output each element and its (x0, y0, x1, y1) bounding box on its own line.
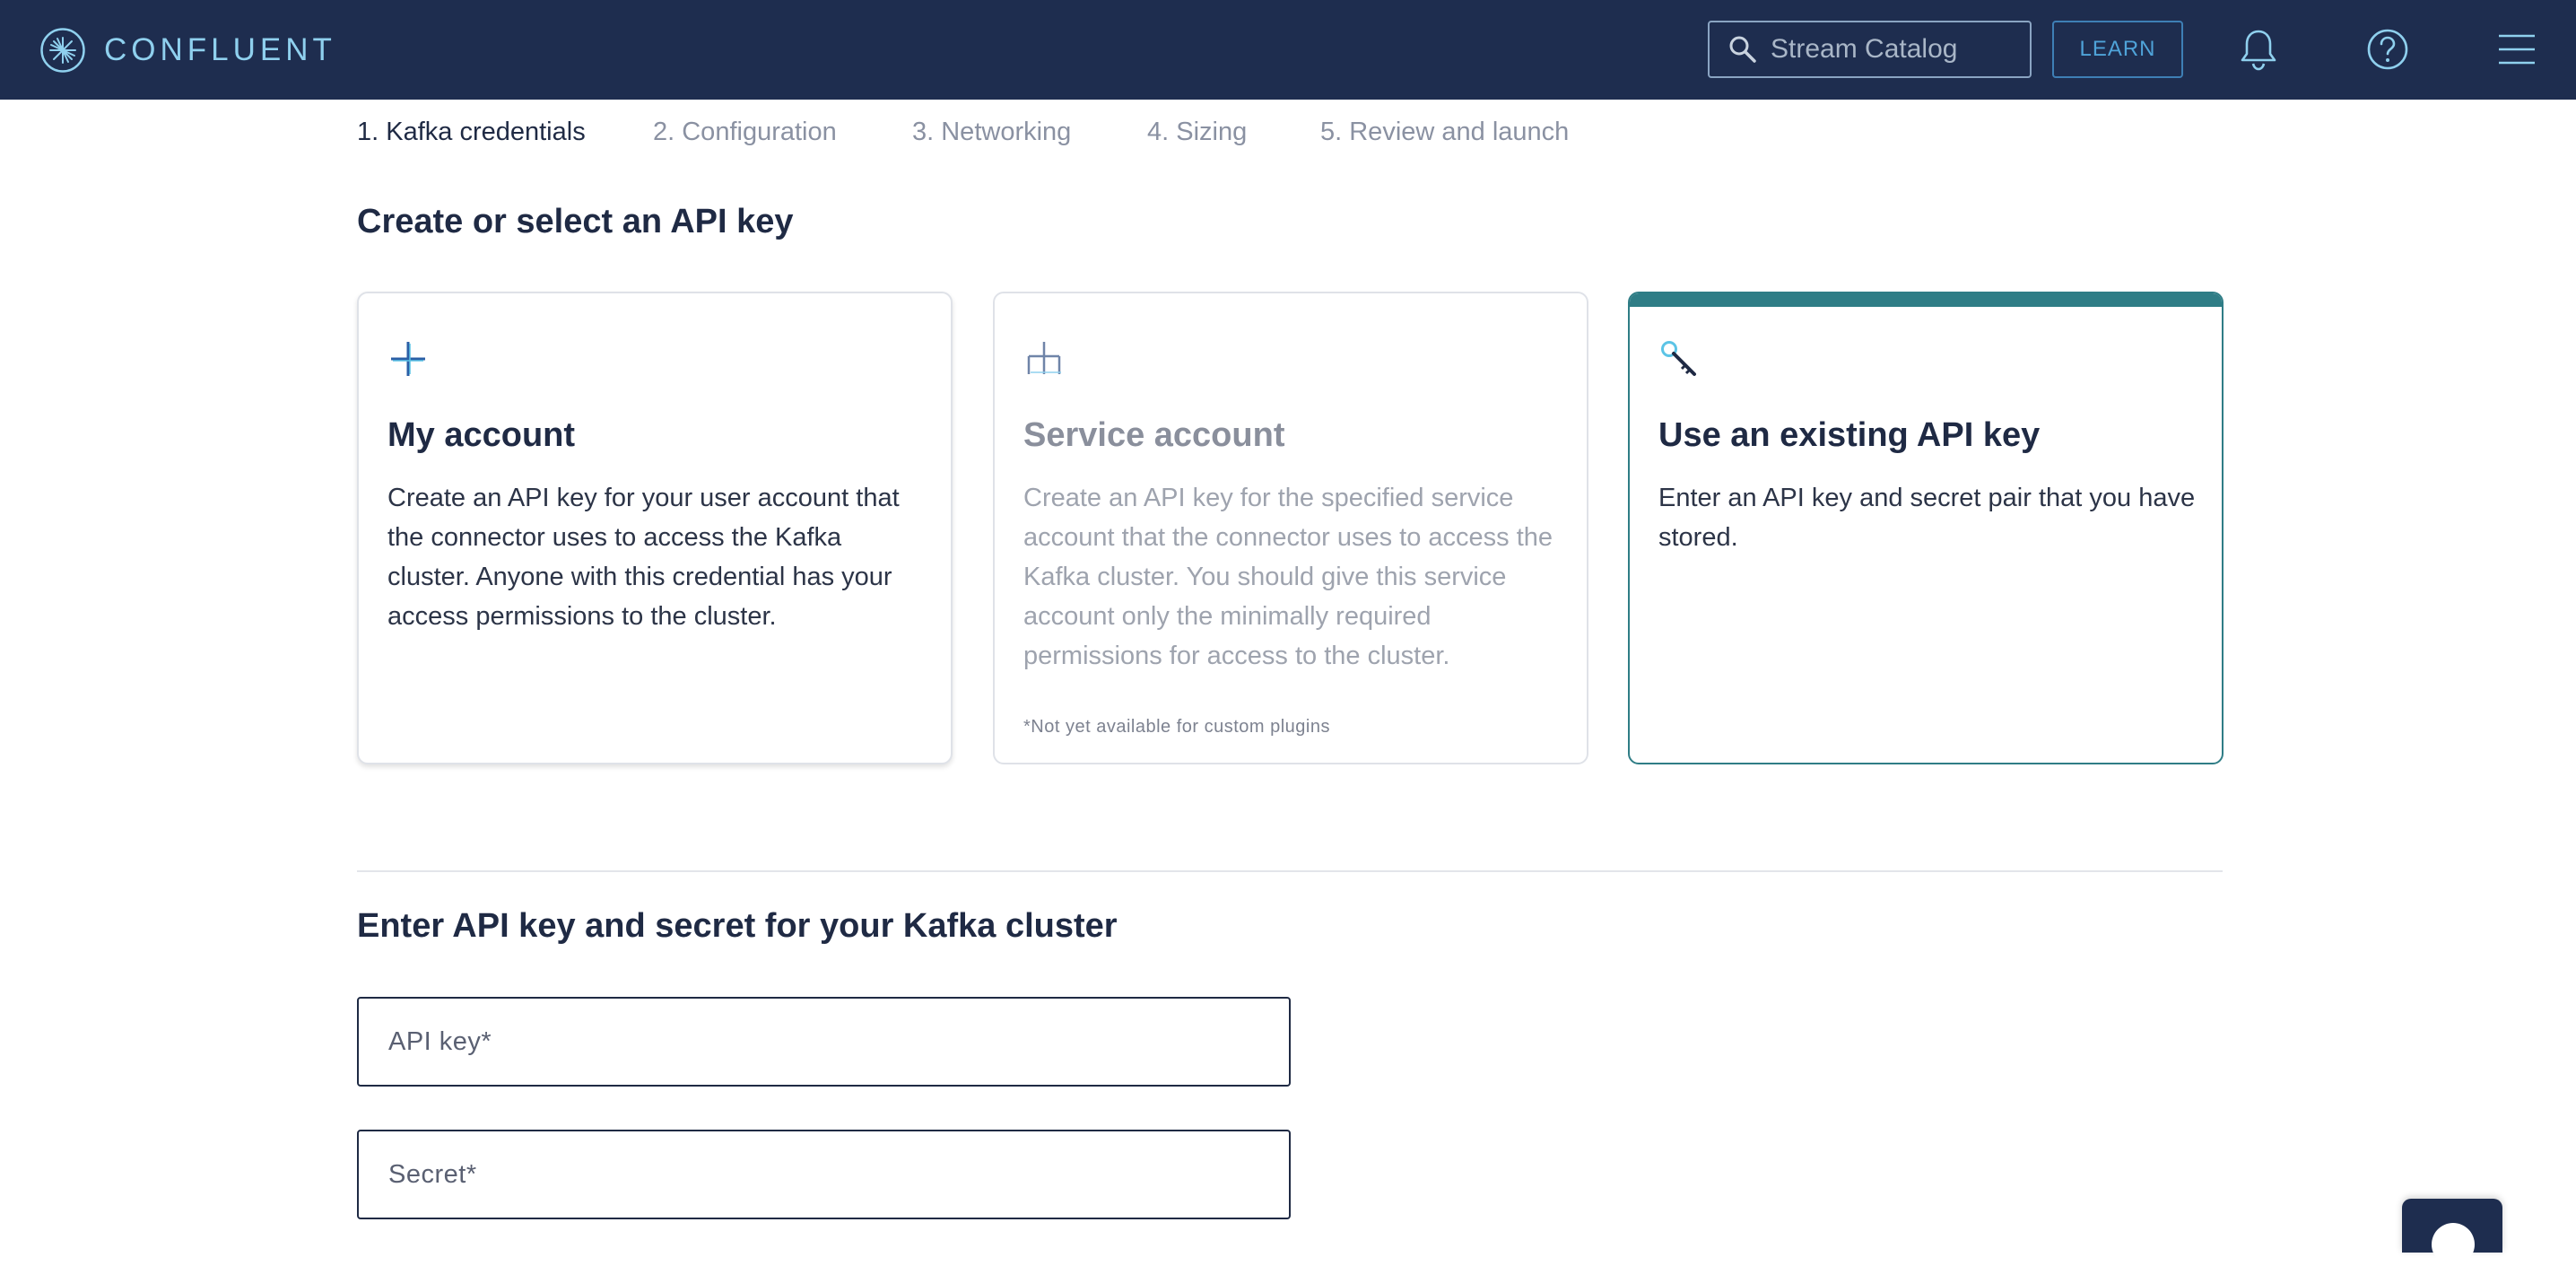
step-sizing[interactable]: 4. Sizing (1147, 118, 1247, 147)
learn-button[interactable]: LEARN (2052, 21, 2183, 78)
card-existing-api-key[interactable]: Use an existing API key Enter an API key… (1628, 292, 2224, 764)
key-icon (1658, 338, 1700, 380)
api-key-section-title: Create or select an API key (357, 203, 794, 240)
card-title: Use an existing API key (1658, 416, 2041, 454)
chat-support-button[interactable] (2402, 1199, 2502, 1266)
menu-icon (2499, 34, 2535, 65)
stream-catalog-search[interactable] (1708, 21, 2032, 78)
card-description: Enter an API key and secret pair that yo… (1658, 484, 2196, 552)
section-divider (357, 870, 2223, 872)
confluent-starburst-icon (40, 28, 85, 73)
bell-icon (2241, 30, 2276, 71)
credentials-section-title: Enter API key and secret for your Kafka … (357, 907, 1118, 945)
chat-icon (2432, 1223, 2475, 1266)
card-title: My account (387, 416, 576, 454)
plus-icon (387, 338, 429, 380)
step-configuration[interactable]: 2. Configuration (653, 118, 837, 147)
search-icon (1729, 36, 1756, 63)
help-button[interactable] (2363, 24, 2413, 74)
api-key-field[interactable] (357, 997, 1291, 1087)
secret-field[interactable] (357, 1130, 1291, 1219)
card-note: *Not yet available for custom plugins (1023, 717, 1330, 737)
step-networking[interactable]: 3. Networking (912, 118, 1071, 147)
step-kafka-credentials[interactable]: 1. Kafka credentials (357, 118, 586, 147)
help-icon (2367, 29, 2408, 70)
org-chart-icon (1023, 338, 1065, 380)
step-review-and-launch[interactable]: 5. Review and launch (1320, 118, 1569, 147)
card-description: Create an API key for your user account … (387, 484, 900, 631)
card-description: Create an API key for the specified serv… (1023, 484, 1553, 670)
top-navigation-bar: CONFLUENT LEARN (0, 0, 2576, 100)
main-menu-button[interactable] (2492, 24, 2542, 74)
confluent-logo[interactable]: CONFLUENT (39, 25, 336, 75)
brand-name: CONFLUENT (104, 32, 336, 67)
card-service-account[interactable]: Service account Create an API key for th… (993, 292, 1588, 764)
api-key-input[interactable] (359, 999, 1289, 1085)
card-my-account[interactable]: My account Create an API key for your us… (357, 292, 953, 764)
notifications-button[interactable] (2233, 24, 2284, 74)
card-title: Service account (1023, 416, 1285, 454)
search-input[interactable] (1771, 34, 2013, 65)
secret-input[interactable] (359, 1131, 1289, 1218)
